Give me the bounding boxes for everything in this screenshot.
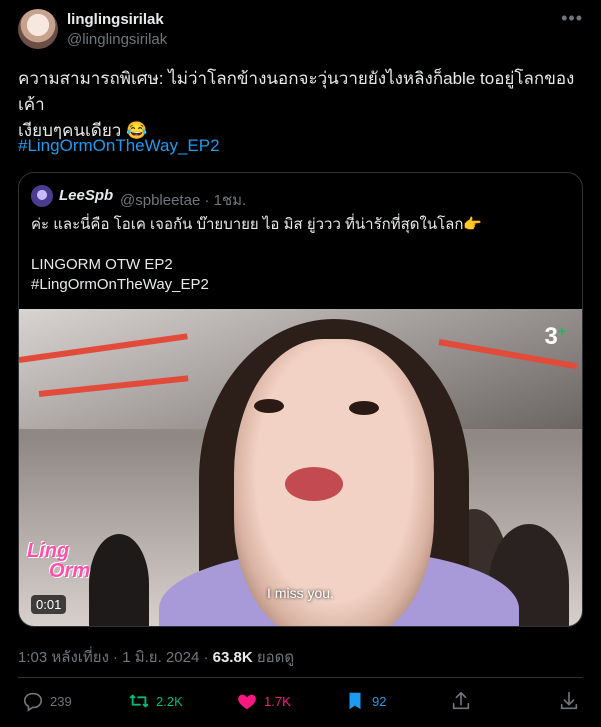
divider	[18, 677, 583, 678]
author-handle[interactable]: @linglingsirilak	[67, 31, 167, 48]
share-button[interactable]	[450, 690, 472, 712]
action-bar: 239 2.2K 1.7K 92	[18, 690, 583, 718]
quoted-avatar[interactable]	[31, 185, 53, 207]
quoted-display-name[interactable]: LeeSpb	[59, 187, 113, 204]
video-duration: 0:01	[31, 595, 67, 614]
heart-icon	[238, 694, 256, 710]
retweet-button[interactable]: 2.2K	[128, 690, 183, 712]
video-player[interactable]: 3+ Ling Orm I miss you. 0:01	[19, 309, 582, 626]
quoted-text: ค่ะ และนี่คือ โอเค เจอกัน บ๊ายบายย ไอ มิ…	[31, 216, 483, 293]
bookmark-count: 92	[372, 693, 387, 709]
channel-logo-number: 3	[544, 323, 558, 350]
reply-count: 239	[50, 693, 72, 709]
view-label: ยอดดู	[252, 649, 295, 666]
person-eye	[349, 401, 379, 415]
like-button[interactable]: 1.7K	[236, 690, 291, 712]
author-avatar[interactable]	[18, 9, 58, 49]
tweet-timestamp[interactable]: 1:03 หลังเที่ยง · 1 มิ.ย. 2024 ·	[18, 649, 213, 666]
person-eye	[254, 399, 284, 413]
retweet-icon	[129, 694, 149, 708]
person-lips	[285, 467, 343, 501]
author-display-name[interactable]: linglingsirilak	[67, 11, 164, 28]
retweet-count: 2.2K	[156, 693, 183, 709]
reply-button[interactable]: 239	[22, 690, 72, 712]
video-subtitle: I miss you.	[267, 585, 334, 601]
channel-logo-plus: +	[557, 323, 566, 339]
download-icon	[560, 691, 578, 710]
channel-logo: 3+	[544, 323, 566, 351]
brand-line-1: Ling	[27, 540, 70, 562]
brand-line-2: Orm	[49, 560, 91, 582]
view-count: 63.8K	[212, 649, 253, 666]
tweet: linglingsirilak @linglingsirilak ••• ควา…	[0, 0, 601, 727]
more-horizontal-icon[interactable]: •••	[561, 8, 583, 29]
like-count: 1.7K	[264, 693, 291, 709]
quoted-handle-time: @spbleetae · 1ชม.	[120, 192, 247, 209]
bookmark-icon	[349, 692, 361, 710]
share-icon	[452, 691, 470, 710]
bookmark-button[interactable]: 92	[344, 690, 386, 712]
tweet-meta: 1:03 หลังเที่ยง · 1 มิ.ย. 2024 · 63.8K ย…	[18, 645, 294, 669]
tweet-text: ความสามารถพิเศษ: ไม่ว่าโลกข้างนอกจะวุ่นว…	[18, 69, 575, 140]
quoted-tweet[interactable]: LeeSpb @spbleetae · 1ชม. ค่ะ และนี่คือ โ…	[18, 172, 583, 627]
reply-icon	[23, 692, 43, 712]
download-button[interactable]	[558, 690, 580, 712]
tweet-hashtag[interactable]: #LingOrmOnTheWay_EP2	[18, 136, 220, 156]
